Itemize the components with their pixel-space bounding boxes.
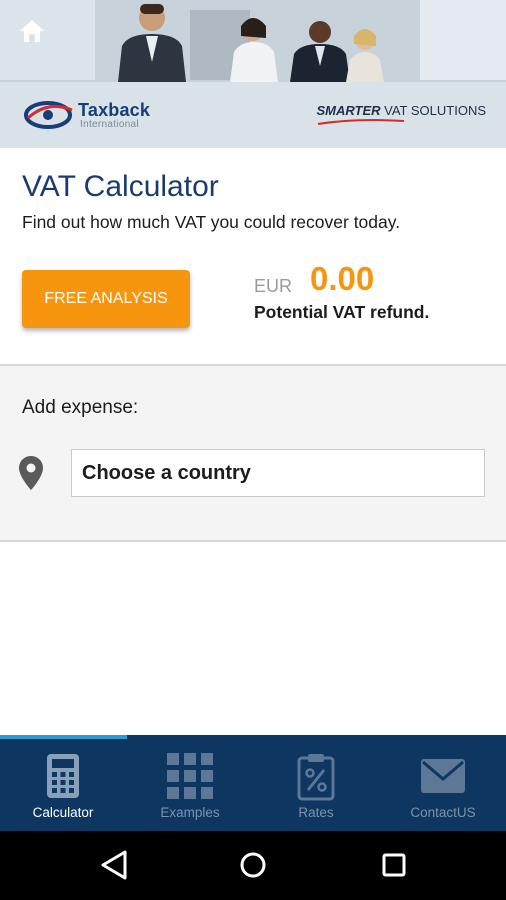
location-pin-icon bbox=[19, 456, 43, 490]
divider bbox=[0, 540, 506, 542]
back-triangle-icon[interactable] bbox=[99, 848, 131, 882]
calculator-icon bbox=[47, 754, 79, 798]
page-title: VAT Calculator bbox=[22, 170, 219, 203]
tab-rates[interactable]: Rates bbox=[253, 739, 379, 831]
tab-label: Examples bbox=[160, 805, 220, 820]
tagline: SMARTER VAT SOLUTIONS bbox=[316, 103, 486, 118]
tagline-underline bbox=[317, 119, 405, 125]
home-circle-icon[interactable] bbox=[237, 848, 269, 882]
tab-calculator[interactable]: Calculator bbox=[0, 739, 126, 831]
header-banner: Taxback International SMARTER VAT SOLUTI… bbox=[0, 0, 506, 148]
refund-label: Potential VAT refund. bbox=[254, 302, 430, 322]
recents-square-icon[interactable] bbox=[378, 848, 410, 882]
envelope-icon bbox=[421, 759, 465, 793]
currency-label: EUR bbox=[254, 276, 293, 296]
page-subtitle: Find out how much VAT you could recover … bbox=[22, 212, 401, 232]
free-analysis-button[interactable]: FREE ANALYSIS bbox=[22, 270, 190, 328]
country-select[interactable]: Choose a country bbox=[71, 449, 485, 497]
tab-contactus[interactable]: ContactUS bbox=[380, 739, 506, 831]
percent-clipboard-icon bbox=[297, 754, 335, 801]
brand-subname: International bbox=[80, 119, 139, 130]
home-icon[interactable] bbox=[18, 18, 46, 44]
tab-label: ContactUS bbox=[410, 805, 476, 820]
brand-name: Taxback bbox=[78, 100, 151, 120]
tab-label: Calculator bbox=[32, 805, 94, 820]
tab-label: Rates bbox=[298, 805, 334, 820]
tab-examples[interactable]: Examples bbox=[127, 739, 253, 831]
grid-icon bbox=[167, 753, 213, 799]
refund-amount: 0.00 bbox=[310, 260, 375, 297]
add-expense-label: Add expense: bbox=[22, 397, 139, 418]
